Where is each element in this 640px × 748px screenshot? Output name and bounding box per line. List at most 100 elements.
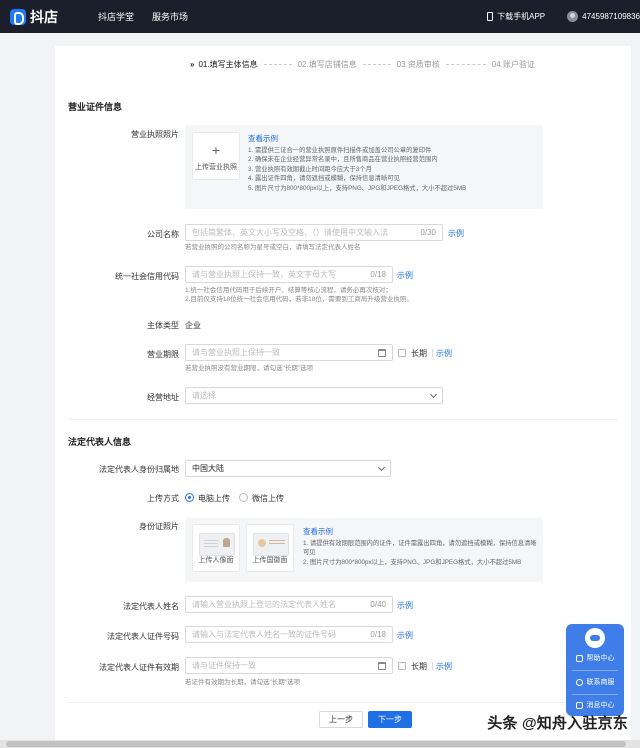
watermark: 头条 @知舟入驻京东 [487, 715, 628, 732]
validity-hint: 若营业执照没有营业期限，请勾选"长期"选项 [185, 365, 314, 372]
step-2: 02.填写店铺信息 [298, 59, 357, 70]
id-number-input[interactable]: 请输入与法定代表人姓名一致的证件号码 0/18 [185, 626, 393, 643]
calendar-icon[interactable] [378, 348, 386, 357]
radio-computer-upload[interactable] [185, 493, 194, 502]
next-step-button[interactable]: 下一步 [368, 711, 412, 728]
legal-name-example-link[interactable]: 示例 [397, 600, 413, 611]
id-upload-area: 上传人像面 上传国徽面 查看示例 1. 请提供有效期限范围内的证件，证件需露出四… [185, 518, 543, 582]
legal-name-input[interactable]: 请输入营业执照上登记的法定代表人姓名 0/40 [185, 596, 393, 613]
computer-upload-label[interactable]: 电脑上传 [198, 493, 230, 504]
id-validity-long-term-checkbox[interactable] [398, 662, 406, 670]
radio-wechat-upload[interactable] [239, 493, 248, 502]
help-icon [575, 654, 583, 662]
address-select[interactable]: 请选择 [185, 387, 443, 404]
step-progress: » 01.填写主体信息 02.填写店铺信息 03.资质审核 04.账户验证 [190, 59, 535, 70]
credit-code-input[interactable]: 请与营业执照上保持一致，英文字母大写 0/18 [185, 266, 393, 283]
horizontal-scrollbar[interactable] [0, 740, 640, 748]
id-validity-example-link[interactable]: 示例 [436, 661, 452, 672]
credit-code-example-link[interactable]: 示例 [397, 270, 413, 281]
validity-label: 营业期限 [147, 350, 179, 359]
headset-icon [575, 678, 583, 686]
upload-method-label: 上传方式 [147, 494, 179, 503]
id-tips: 查看示例 1. 请提供有效期限范围内的证件，证件需露出四角，请勿遮挡或模糊，保持… [303, 527, 537, 567]
prev-step-button[interactable]: 上一步 [319, 711, 363, 728]
top-navigation-bar: 抖店 抖店学堂 服务市场 下载手机APP 4745987109836 [0, 0, 640, 33]
validity-placeholder: 请与营业执照上保持一致 [192, 348, 280, 357]
id-front-upload-button[interactable]: 上传人像面 [192, 524, 240, 572]
robot-assistant-icon[interactable] [585, 628, 605, 648]
validity-example-link[interactable]: 示例 [436, 348, 452, 359]
credit-code-count: 0/18 [370, 270, 386, 279]
company-name-count: 0/30 [420, 228, 436, 237]
step-divider [362, 64, 391, 65]
license-upload-button[interactable]: + 上传营业执照 [192, 132, 240, 180]
address-placeholder: 请选择 [192, 391, 216, 400]
id-front-image [199, 533, 235, 556]
logo[interactable]: 抖店 [10, 7, 58, 27]
validity-date-input[interactable]: 请与营业执照上保持一致 [185, 344, 393, 361]
license-tips: 查看示例 1. 需提供三证合一的营业执照原件扫描件或加盖公司公章的复印件 2. … [248, 134, 538, 193]
contact-service-button[interactable]: 联系商服 [566, 671, 624, 693]
license-upload-area: + 上传营业执照 查看示例 1. 需提供三证合一的营业执照原件扫描件或加盖公司公… [185, 125, 543, 209]
license-photo-label: 营业执照照片 [131, 130, 179, 139]
id-number-placeholder: 请输入与法定代表人姓名一致的证件号码 [192, 630, 336, 639]
scrollbar-thumb[interactable] [6, 741, 626, 747]
company-name-example-link[interactable]: 示例 [448, 228, 464, 239]
company-name-input[interactable]: 包括简繁体、英文大小写及空格、（）请使用中文输入法 0/30 [185, 224, 443, 241]
legal-name-label: 法定代表人姓名 [123, 602, 179, 611]
form-card: » 01.填写主体信息 02.填写店铺信息 03.资质审核 04.账户验证 营业… [55, 46, 631, 748]
region-label: 法定代表人身份归属地 [99, 465, 179, 474]
chevron-down-icon [377, 463, 386, 471]
id-validity-label: 法定代表人证件有效期 [99, 663, 179, 672]
id-validity-long-term-label[interactable]: 长期 [411, 661, 427, 672]
id-validity-date-input[interactable]: 请与证件保持一致 [185, 657, 393, 674]
plus-icon: + [211, 142, 221, 158]
avatar[interactable] [567, 11, 579, 22]
id-example-link[interactable]: 查看示例 [303, 527, 537, 537]
license-tip-3: 3. 营业执照有效期截止时间距今应大于3个月 [248, 165, 372, 173]
business-section-title: 营业证件信息 [68, 102, 123, 112]
logo-icon [10, 8, 26, 25]
top-right-area: 下载手机APP 4745987109836 [487, 0, 640, 33]
chevron-down-icon [429, 390, 438, 398]
legal-name-count: 0/40 [370, 600, 386, 609]
id-number-example-link[interactable]: 示例 [397, 630, 413, 641]
help-center-label: 帮助中心 [586, 655, 615, 662]
validity-long-term-label[interactable]: 长期 [411, 348, 427, 359]
user-id[interactable]: 4745987109836 [582, 12, 640, 21]
credit-code-label: 统一社会信用代码 [115, 272, 179, 281]
id-tip-1: 1. 请提供有效期限范围内的证件，证件需露出四角，请勿遮挡或模糊，保持信息清晰可… [303, 539, 537, 557]
id-back-upload-button[interactable]: 上传国徽面 [246, 524, 294, 572]
id-validity-hint: 若证件有效期为长期，请勾选"长期"选项 [185, 679, 301, 686]
help-center-button[interactable]: 帮助中心 [566, 647, 624, 669]
id-back-label: 上传国徽面 [252, 557, 288, 564]
step-3-label: 03.资质审核 [396, 60, 440, 69]
message-icon [575, 701, 583, 709]
license-tip-1: 1. 需提供三证合一的营业执照原件扫描件或加盖公司公章的复印件 [248, 146, 432, 154]
region-value: 中国大陆 [192, 464, 224, 473]
current-step-arrow-icon: » [190, 60, 195, 69]
id-card-lines [204, 540, 218, 541]
contact-service-label: 联系商服 [586, 679, 615, 686]
legal-section-title: 法定代表人信息 [68, 437, 132, 447]
license-example-link[interactable]: 查看示例 [248, 134, 538, 144]
validity-long-term-checkbox[interactable] [398, 349, 406, 357]
national-emblem-icon [258, 539, 266, 547]
section-divider [68, 419, 618, 420]
nav-item-service-market[interactable]: 服务市场 [152, 10, 188, 23]
nav-item-academy[interactable]: 抖店学堂 [98, 10, 134, 23]
download-app-link[interactable]: 下载手机APP [497, 11, 545, 22]
region-select[interactable]: 中国大陆 [185, 460, 391, 477]
calendar-icon[interactable] [378, 661, 386, 670]
helper-widget: 帮助中心 联系商服 消息中心 [566, 624, 624, 716]
logo-text: 抖店 [30, 8, 58, 25]
entity-type-value: 企业 [185, 321, 201, 330]
step-4: 04.账户验证 [492, 59, 535, 70]
id-card-title-lines [269, 540, 285, 541]
company-name-hint: 若营业执照的公司名称为星号或空白，请填写法定代表人姓名 [185, 244, 361, 251]
credit-code-hint-1: 1.统一社会信用代码用于后续开户、结算等核心流程，请务必再次核对； [185, 287, 392, 294]
company-name-placeholder: 包括简繁体、英文大小写及空格、（）请使用中文输入法 [192, 228, 388, 237]
step-1: » 01.填写主体信息 [190, 59, 258, 70]
wechat-upload-label[interactable]: 微信上传 [252, 493, 284, 504]
step-4-label: 04.账户验证 [491, 60, 535, 69]
